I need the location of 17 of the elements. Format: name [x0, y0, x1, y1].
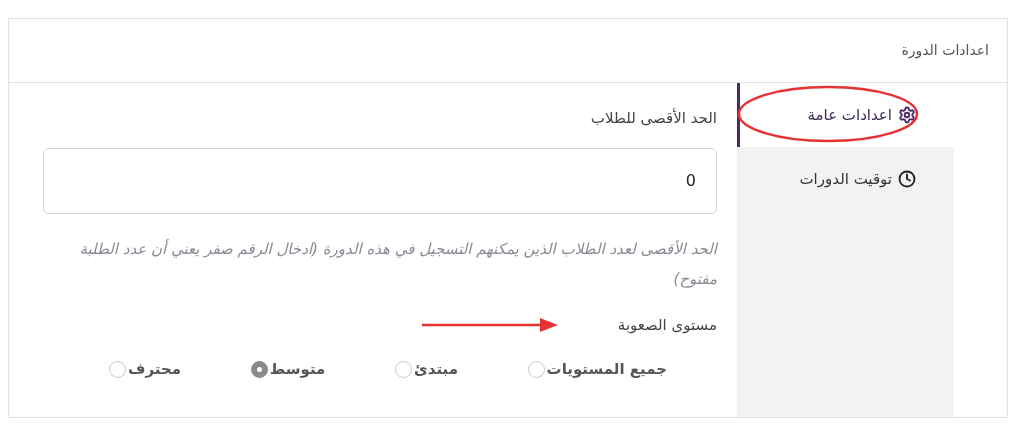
radio-button[interactable] — [250, 360, 268, 378]
field-label: مستوى الصعوبة — [617, 314, 717, 336]
radio-button[interactable] — [109, 360, 127, 378]
header-title: اعدادات الدورة — [901, 41, 989, 61]
radio-option[interactable]: مبتدئ — [394, 358, 458, 381]
radio-button[interactable] — [527, 360, 545, 378]
clock-icon — [898, 170, 916, 188]
gear-icon — [898, 106, 916, 124]
input-field[interactable]: 0 — [43, 147, 717, 214]
radio-button[interactable] — [394, 360, 412, 378]
radio-option[interactable]: محترف — [109, 358, 181, 381]
help-text: الحد الأقصى لعدد الطلاب الذين يمكنهم التسجيل في هذه الدورة (ادخال الرقم صفر يعني أن عدد الطلبة مفتوح) — [78, 238, 717, 290]
radio-option[interactable]: جميع المستويات — [527, 358, 667, 381]
field-label: الحد الأقصى للطلاب — [589, 107, 717, 129]
sidebar-tab[interactable]: اعدادات عامة — [737, 83, 954, 147]
sidebar-tab[interactable]: توقيت الدورات — [737, 147, 954, 211]
radio-option[interactable]: متوسط — [250, 358, 326, 381]
